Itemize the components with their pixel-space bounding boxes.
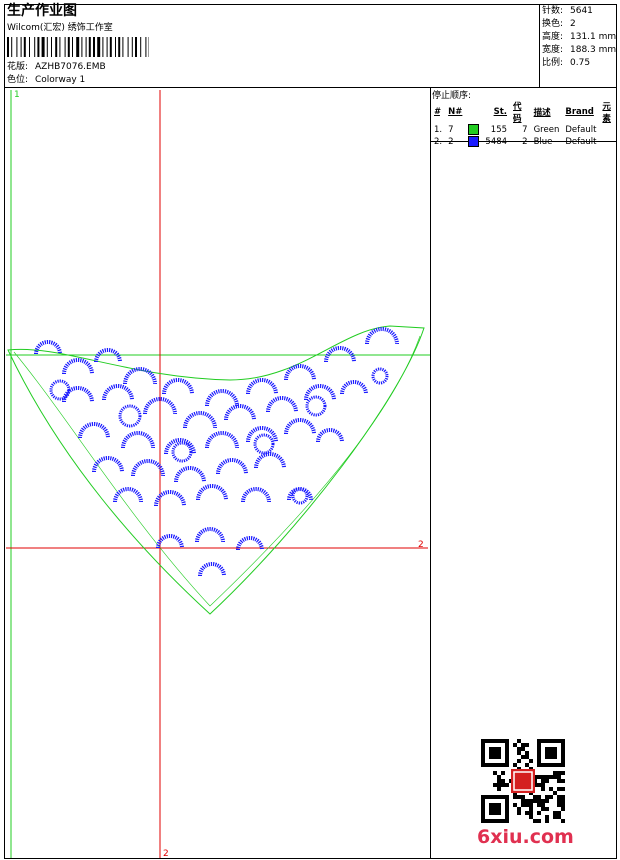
ring-motif xyxy=(253,433,275,455)
watermark-text: 6xiu.com xyxy=(477,826,574,848)
scallop-motifs xyxy=(34,327,399,577)
scallop-arc xyxy=(156,534,184,549)
ring-motif xyxy=(118,404,142,428)
scallop-arc xyxy=(246,378,278,395)
scallop-arc xyxy=(216,458,248,475)
scallop-arc xyxy=(195,527,225,543)
scallop-arc xyxy=(205,389,239,407)
scallop-arc xyxy=(196,484,228,501)
embroidery-design-canvas: 1 2 2 xyxy=(6,90,430,859)
scallop-arc xyxy=(102,384,134,401)
ring-motif xyxy=(371,367,389,385)
ring-motif xyxy=(171,441,193,463)
scallop-arc xyxy=(224,404,256,421)
scallop-arc xyxy=(62,358,94,375)
scallop-arc xyxy=(92,456,124,473)
scallop-arc xyxy=(78,422,110,439)
scallop-arc xyxy=(123,367,157,385)
scallop-arc xyxy=(205,431,239,449)
guide-marker-2-bottom: 2 xyxy=(163,849,169,859)
ring-motifs xyxy=(49,367,389,505)
scallop-arc xyxy=(365,327,399,345)
design-outline xyxy=(7,325,425,615)
scallop-arc xyxy=(183,411,217,429)
scallop-arc xyxy=(316,428,344,443)
scallop-arc xyxy=(284,364,316,381)
guide-marker-1: 1 xyxy=(14,90,20,100)
scallop-arc xyxy=(162,378,194,395)
scallop-arc xyxy=(254,452,286,469)
ring-motif xyxy=(291,487,309,505)
scallop-arc xyxy=(284,418,316,435)
qr-code xyxy=(481,739,565,823)
scallop-arc xyxy=(121,431,155,449)
scallop-arc xyxy=(340,380,368,395)
production-worksheet: 生产作业图 Wilcom(汇宏) 绣饰工作室 花版: AZHB7076.EMB … xyxy=(0,0,620,860)
scallop-arc xyxy=(113,487,143,503)
scallop-arc xyxy=(131,459,165,477)
ring-motif xyxy=(305,395,327,417)
guide-marker-2-right: 2 xyxy=(418,540,424,550)
scallop-arc xyxy=(34,340,62,355)
scallop-arc xyxy=(198,562,226,577)
ring-motif xyxy=(49,379,71,401)
scallop-arc xyxy=(266,396,298,413)
scallop-arc xyxy=(241,487,271,503)
scallop-arc xyxy=(94,348,122,363)
scallop-arc xyxy=(174,466,206,483)
